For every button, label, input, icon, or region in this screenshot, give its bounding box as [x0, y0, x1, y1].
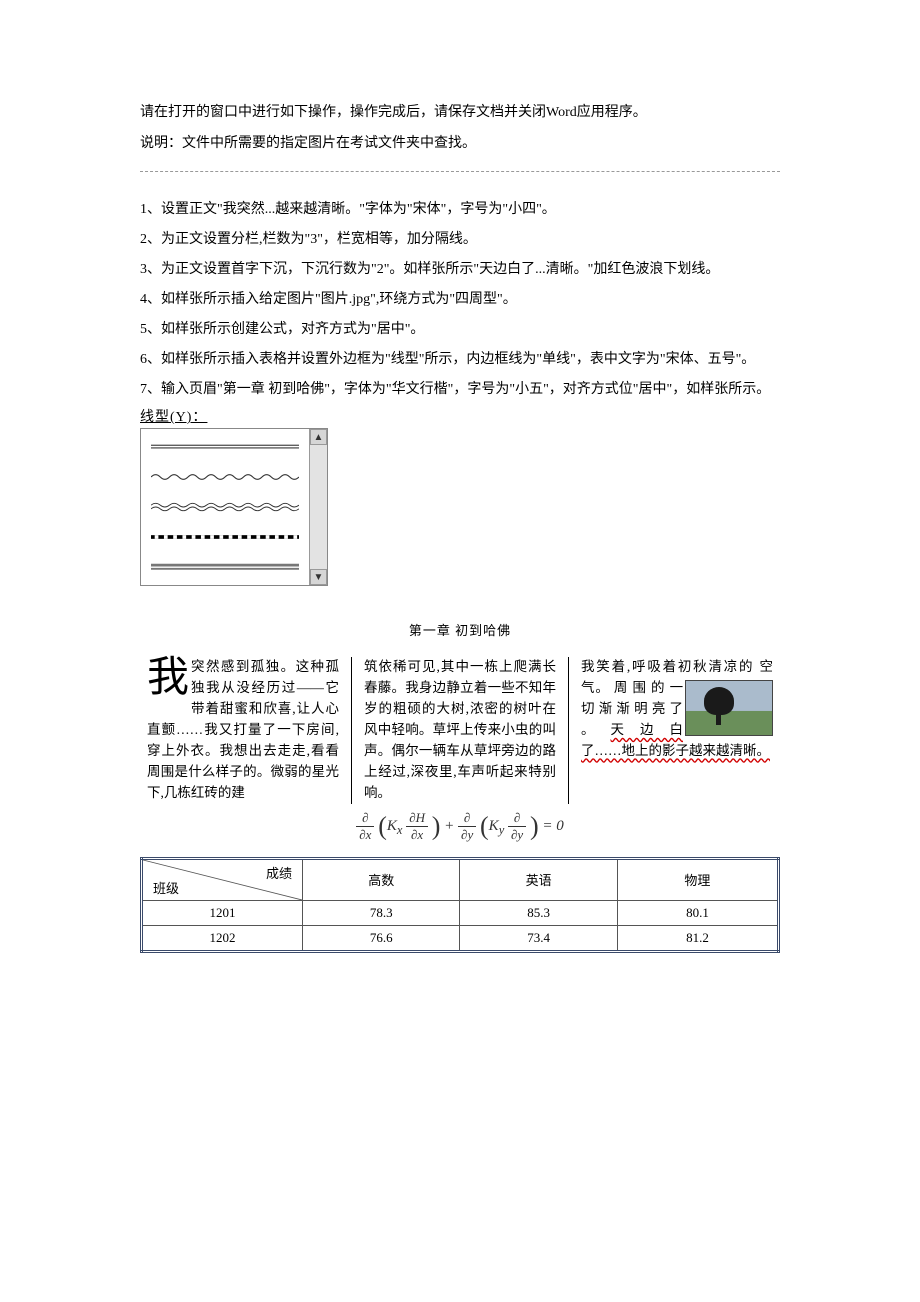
score-table: 成绩 班级 高数 英语 物理 1201 78.3 85.3 80.1 1202 …	[140, 857, 780, 953]
column-1: 我 突然感到孤独。这种孤独我从没经历过——它带着甜蜜和欣喜,让人心直颤……我又打…	[135, 657, 352, 803]
column-3: 我笑着,呼吸着初秋清凉的 空 气。 周 围 的 一 切 渐 渐 明 亮 了 。 …	[569, 657, 785, 803]
scroll-up-icon[interactable]: ▲	[310, 429, 327, 445]
line-option-wavy[interactable]	[147, 462, 303, 492]
col3-word: 切	[581, 701, 595, 716]
divider	[140, 171, 780, 172]
line-type-list	[141, 429, 309, 585]
line-type-dropdown[interactable]: ▲ ▼	[140, 428, 328, 586]
dropcap: 我	[147, 657, 191, 699]
cell: 78.3	[303, 900, 460, 925]
table-row: 1202 76.6 73.4 81.2	[142, 925, 779, 951]
line-sample-icon	[151, 562, 299, 572]
cell: 80.1	[617, 900, 778, 925]
cell: 81.2	[617, 925, 778, 951]
cell: 85.3	[460, 900, 617, 925]
line-option-dash-stripe[interactable]	[147, 522, 303, 552]
diag-top: 成绩	[266, 863, 292, 882]
col-header: 英语	[460, 858, 617, 900]
rule-item: 5、如样张所示创建公式，对齐方式为"居中"。	[140, 316, 780, 344]
col3-word: 周	[614, 680, 628, 695]
row-label: 1202	[142, 925, 303, 951]
rule-item: 1、设置正文"我突然...越来越清晰。"字体为"宋体"，字号为"小四"。	[140, 196, 780, 224]
diagonal-header: 成绩 班级	[142, 858, 303, 900]
scrollbar[interactable]: ▲ ▼	[309, 429, 327, 585]
rules-list: 1、设置正文"我突然...越来越清晰。"字体为"宋体"，字号为"小四"。 2、为…	[140, 196, 780, 404]
col-header: 物理	[617, 858, 778, 900]
col3-word: 气。	[581, 680, 610, 695]
landscape-image-icon	[685, 680, 773, 736]
intro-line-2: 说明：文件中所需要的指定图片在考试文件夹中查找。	[140, 131, 780, 158]
line-sample-icon	[151, 442, 299, 452]
col-header: 高数	[303, 858, 460, 900]
inserted-image	[685, 680, 773, 736]
col3-word: 一	[670, 680, 684, 695]
line-sample-icon	[151, 502, 299, 512]
column-2: 筑依稀可见,其中一栋上爬满长春藤。我身边静立着一些不知年岁的粗硕的大树,浓密的树…	[352, 657, 569, 803]
formula: ∂∂x (Kx ∂H∂x ) + ∂∂y (Ky ∂∂y ) = 0	[140, 810, 780, 843]
scroll-down-icon[interactable]: ▼	[310, 569, 327, 585]
cell: 76.6	[303, 925, 460, 951]
line-sample-icon	[151, 472, 299, 482]
col3-word: 围	[632, 680, 646, 695]
rule-item: 3、为正文设置首字下沉，下沉行数为"2"。如样张所示"天边白了...清晰。"加红…	[140, 256, 780, 284]
cell: 73.4	[460, 925, 617, 951]
line-sample-icon	[151, 532, 299, 542]
col2-text: 筑依稀可见,其中一栋上爬满长春藤。我身边静立着一些不知年岁的粗硕的大树,浓密的树…	[364, 659, 556, 800]
col3-text-a: 我笑着,呼吸着初秋清凉的	[581, 659, 754, 674]
table-row: 1201 78.3 85.3 80.1	[142, 900, 779, 925]
page-header: 第一章 初到哈佛	[140, 620, 780, 639]
line-option-double-wavy[interactable]	[147, 492, 303, 522]
rule-item: 4、如样张所示插入给定图片"图片.jpg",环绕方式为"四周型"。	[140, 286, 780, 314]
col3-word: 的	[651, 680, 665, 695]
rule-item: 6、如样张所示插入表格并设置外边框为"线型"所示，内边框线为"单线"，表中文字为…	[140, 346, 780, 374]
three-columns: 我 突然感到孤独。这种孤独我从没经历过——它带着甜蜜和欣喜,让人心直颤……我又打…	[135, 657, 785, 803]
line-option-thick-double[interactable]	[147, 552, 303, 582]
table-row: 成绩 班级 高数 英语 物理	[142, 858, 779, 900]
intro-line-1: 请在打开的窗口中进行如下操作，操作完成后，请保存文档并关闭Word应用程序。	[140, 100, 780, 127]
line-option-double-thin[interactable]	[147, 432, 303, 462]
rule-item: 7、输入页眉"第一章 初到哈佛"，字体为"华文行楷"，字号为"小五"，对齐方式位…	[140, 376, 780, 404]
line-type-label: 线型(Y)：	[140, 406, 780, 426]
rule-item: 2、为正文设置分栏,栏数为"3"，栏宽相等，加分隔线。	[140, 226, 780, 254]
col3-word: 空	[760, 659, 774, 674]
diag-bottom: 班级	[153, 878, 179, 897]
row-label: 1201	[142, 900, 303, 925]
